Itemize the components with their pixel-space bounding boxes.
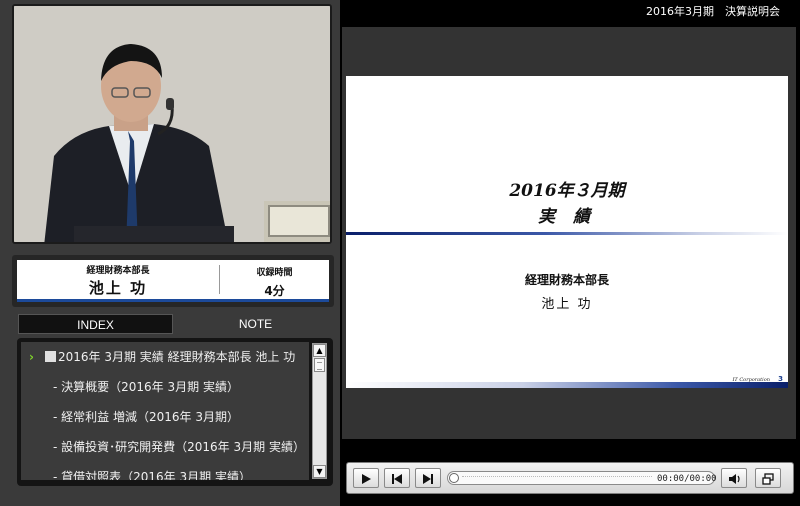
- popout-button[interactable]: [755, 468, 781, 488]
- play-icon: [362, 474, 371, 484]
- slide-area: 2016年３月期 実 績 経理財務本部長 池上 功 IT Corporation…: [342, 27, 796, 439]
- index-panel: › 2016年 3月期 実績 経理財務本部長 池上 功 - 決算概要（2016年 …: [17, 338, 333, 486]
- duration-value: 4分: [264, 284, 285, 298]
- speaker-role: 経理財務本部長: [86, 266, 150, 276]
- index-list: › 2016年 3月期 実績 経理財務本部長 池上 功 - 決算概要（2016年 …: [21, 342, 309, 480]
- player-controls: 00:00/00:00: [346, 462, 794, 494]
- left-pane: 経理財務本部長 池上 功 収録時間 4分 INDEX NOTE › 2016年 3…: [0, 0, 340, 506]
- time-display: 00:00/00:00: [657, 474, 717, 484]
- slide-page-number: 3: [778, 375, 783, 383]
- slide-footer-bar: [346, 382, 788, 388]
- speaker-video-image: [14, 6, 330, 242]
- tab-note[interactable]: NOTE: [178, 314, 333, 334]
- slide-department: 経理財務本部長: [524, 273, 609, 287]
- duration-block: 収録時間 4分: [219, 265, 329, 298]
- page-title: 2016年3月期 決算説明会: [646, 5, 780, 18]
- slide-title-line2: 実 績: [538, 207, 596, 227]
- volume-button[interactable]: [721, 468, 747, 488]
- popout-icon: [762, 473, 774, 485]
- skip-back-icon: [392, 474, 402, 484]
- duration-label: 収録時間: [256, 268, 293, 278]
- video-player[interactable]: [12, 4, 332, 244]
- slide-title-line1: 2016年３月期: [509, 181, 625, 201]
- slide-corp-name: IT Corporation: [732, 377, 770, 383]
- index-item[interactable]: - 経常利益 増減（2016年 3月期）: [21, 402, 309, 432]
- previous-button[interactable]: [384, 468, 410, 488]
- index-item-current[interactable]: › 2016年 3月期 実績 経理財務本部長 池上 功: [21, 342, 309, 372]
- speaker-block: 経理財務本部長 池上 功: [17, 260, 219, 299]
- scroll-up-button[interactable]: ▲: [313, 344, 326, 357]
- index-item[interactable]: - 決算概要（2016年 3月期 実績）: [21, 372, 309, 402]
- index-item[interactable]: - 貸借対照表（2016年 3月期 実績）: [21, 462, 309, 480]
- speaker-name: 池上 功: [88, 279, 148, 297]
- chevron-right-icon: ›: [29, 350, 34, 364]
- index-item[interactable]: - 設備投資･研究開発費（2016年 3月期 実績）: [21, 432, 309, 462]
- tab-index[interactable]: INDEX: [18, 314, 173, 334]
- next-button[interactable]: [415, 468, 441, 488]
- volume-icon: [729, 474, 740, 484]
- seek-handle[interactable]: [449, 473, 459, 483]
- seek-ticks: [462, 476, 652, 480]
- play-button[interactable]: [353, 468, 379, 488]
- index-scrollbar[interactable]: ▲ ▼: [312, 343, 327, 479]
- speaker-info-card: 経理財務本部長 池上 功 収録時間 4分: [12, 255, 334, 307]
- slide-presenter: 池上 功: [541, 297, 593, 312]
- skip-forward-icon: [423, 474, 433, 484]
- index-item-label: 2016年 3月期 実績 経理財務本部長 池上 功: [58, 350, 296, 364]
- slide-divider: [346, 232, 788, 235]
- scroll-thumb[interactable]: [314, 358, 325, 372]
- right-pane: 2016年3月期 決算説明会 2016年３月期 実 績 経理財務本部長 池上 功…: [340, 0, 800, 506]
- scroll-down-button[interactable]: ▼: [313, 465, 326, 478]
- square-bullet-icon: [45, 351, 56, 362]
- speaker-info-inner: 経理財務本部長 池上 功 収録時間 4分: [17, 260, 329, 302]
- presentation-slide: 2016年３月期 実 績 経理財務本部長 池上 功 IT Corporation…: [346, 76, 788, 388]
